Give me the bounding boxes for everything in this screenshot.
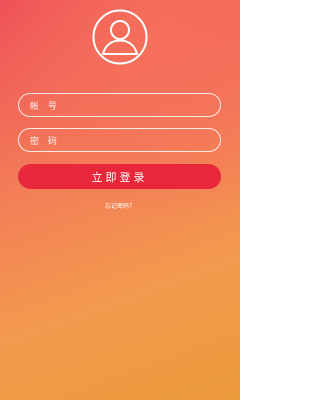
password-field[interactable]: [18, 128, 221, 153]
password-input[interactable]: [19, 131, 220, 153]
forgot-password-link[interactable]: 忘记密码？: [0, 201, 240, 210]
user-icon: [92, 9, 148, 65]
account-field[interactable]: [18, 93, 221, 118]
login-screen: 立即登录 忘记密码？: [0, 0, 240, 400]
login-button[interactable]: 立即登录: [18, 164, 221, 189]
account-input[interactable]: [19, 96, 220, 118]
user-avatar-graphic: [92, 9, 148, 65]
